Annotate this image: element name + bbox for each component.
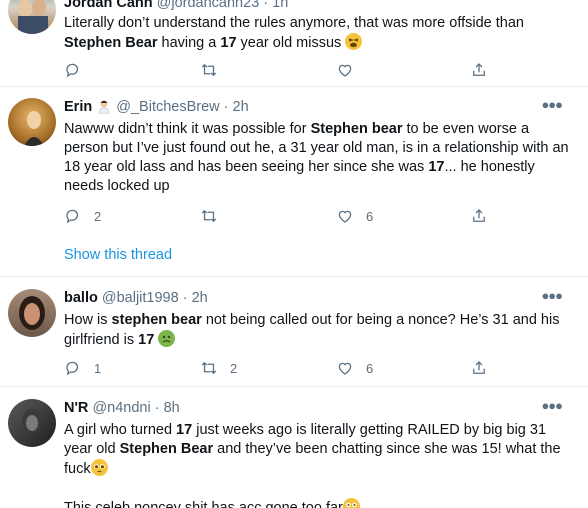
separator-dot: · bbox=[150, 400, 164, 416]
tweet-text: A girl who turned 17 just weeks ago is l… bbox=[64, 422, 561, 477]
author-name[interactable]: Erin bbox=[64, 99, 92, 115]
heart-icon bbox=[338, 64, 352, 77]
author-name[interactable]: Jordan Cahn bbox=[64, 0, 153, 11]
author-handle[interactable]: @baljit1998 bbox=[102, 290, 179, 306]
share-button[interactable] bbox=[470, 358, 488, 378]
tweet-header: N'R @n4ndni · 8h bbox=[64, 398, 576, 418]
retweet-button[interactable] bbox=[200, 60, 218, 80]
highlight: 17 bbox=[138, 332, 155, 348]
like-button[interactable]: 6 bbox=[336, 358, 373, 378]
avatar-photo bbox=[19, 296, 45, 330]
highlight: Stephen bear bbox=[310, 121, 403, 137]
share-button[interactable] bbox=[470, 60, 488, 80]
reply-button[interactable]: 2 bbox=[64, 206, 101, 226]
like-count: 6 bbox=[366, 208, 374, 224]
reply-icon bbox=[66, 63, 79, 78]
share-icon bbox=[473, 361, 485, 374]
highlight: 17 bbox=[176, 422, 193, 438]
share-icon bbox=[473, 209, 485, 222]
like-button[interactable]: 6 bbox=[336, 206, 373, 226]
highlight: 17 bbox=[428, 159, 445, 175]
share-button[interactable] bbox=[470, 206, 488, 226]
tweet-text: Literally don’t understand the rules any… bbox=[64, 15, 524, 51]
timestamp[interactable]: 1h bbox=[272, 0, 288, 11]
tweet-text-paragraph-2: This celeb noncey shit has acc gone too … bbox=[64, 498, 576, 508]
avatar[interactable] bbox=[8, 0, 56, 34]
avatar-photo bbox=[22, 409, 42, 433]
author-name[interactable]: N'R bbox=[64, 400, 88, 416]
author-handle[interactable]: @n4ndni bbox=[92, 400, 150, 416]
pleading-face-emoji bbox=[90, 459, 108, 476]
avatar-photo bbox=[18, 0, 48, 34]
avatar[interactable] bbox=[8, 289, 56, 337]
tweet-2[interactable]: Erin @_BitchesBrew · 2h ●●● Nawww didn’t… bbox=[0, 87, 588, 276]
like-button[interactable] bbox=[336, 60, 354, 80]
retweet-button[interactable]: 2 bbox=[200, 358, 237, 378]
timestamp[interactable]: 2h bbox=[233, 99, 249, 115]
reply-button[interactable] bbox=[64, 60, 82, 80]
separator-dot: · bbox=[259, 0, 273, 11]
heart-icon bbox=[338, 210, 352, 223]
retweet-button[interactable] bbox=[200, 206, 218, 226]
more-options-icon[interactable]: ●●● bbox=[541, 97, 563, 112]
reply-count: 1 bbox=[94, 360, 102, 376]
share-icon bbox=[473, 63, 485, 76]
avatar[interactable] bbox=[8, 399, 56, 447]
nauseated-face-emoji bbox=[158, 330, 176, 347]
scientist-emoji bbox=[96, 98, 112, 115]
author-handle[interactable]: @_BitchesBrew bbox=[116, 99, 219, 115]
retweet-icon bbox=[201, 209, 217, 223]
tweet-header: Jordan Cahn @jordancahn23 · 1h bbox=[64, 0, 576, 13]
tweet-actions: 1 2 6 bbox=[64, 358, 504, 378]
more-options-icon[interactable]: ●●● bbox=[541, 288, 563, 303]
author-handle[interactable]: @jordancahn23 bbox=[157, 0, 260, 11]
show-thread-link[interactable]: Show this thread bbox=[64, 247, 172, 263]
tired-face-emoji bbox=[345, 33, 363, 50]
tweet-3[interactable]: ballo @baljit1998 · 2h ●●● How is stephe… bbox=[0, 277, 588, 386]
highlight: stephen bear bbox=[111, 312, 202, 328]
reply-button[interactable]: 1 bbox=[64, 358, 101, 378]
timestamp[interactable]: 8h bbox=[164, 400, 180, 416]
avatar-photo bbox=[24, 111, 44, 146]
tweet-actions bbox=[64, 60, 504, 80]
author-name[interactable]: ballo bbox=[64, 290, 98, 306]
tweet-header: ballo @baljit1998 · 2h bbox=[64, 288, 576, 308]
reply-icon bbox=[66, 361, 79, 376]
flushed-face-emoji bbox=[342, 498, 360, 508]
like-count: 6 bbox=[366, 360, 374, 376]
tweet-1[interactable]: Jordan Cahn @jordancahn23 · 1h Literally… bbox=[0, 0, 588, 86]
timestamp[interactable]: 2h bbox=[192, 290, 208, 306]
reply-count: 2 bbox=[94, 208, 102, 224]
more-options-icon[interactable]: ●●● bbox=[541, 398, 563, 413]
heart-icon bbox=[338, 362, 352, 375]
separator-dot: · bbox=[178, 290, 192, 306]
highlight: Stephen Bear bbox=[119, 441, 214, 457]
retweet-count: 2 bbox=[230, 360, 238, 376]
tweet-text: How is stephen bear not being called out… bbox=[64, 312, 560, 348]
avatar[interactable] bbox=[8, 98, 56, 146]
tweet-4[interactable]: N'R @n4ndni · 8h ●●● A girl who turned 1… bbox=[0, 387, 588, 508]
retweet-icon bbox=[201, 361, 217, 375]
reply-icon bbox=[66, 209, 79, 224]
separator-dot: · bbox=[219, 99, 233, 115]
highlight: Stephen Bear bbox=[64, 35, 158, 51]
retweet-icon bbox=[201, 63, 217, 77]
highlight: 17 bbox=[220, 35, 237, 51]
tweet-text: Nawww didn’t think it was possible for S… bbox=[64, 121, 569, 194]
tweet-actions: 2 6 bbox=[64, 206, 504, 226]
tweet-header: Erin @_BitchesBrew · 2h bbox=[64, 97, 576, 117]
